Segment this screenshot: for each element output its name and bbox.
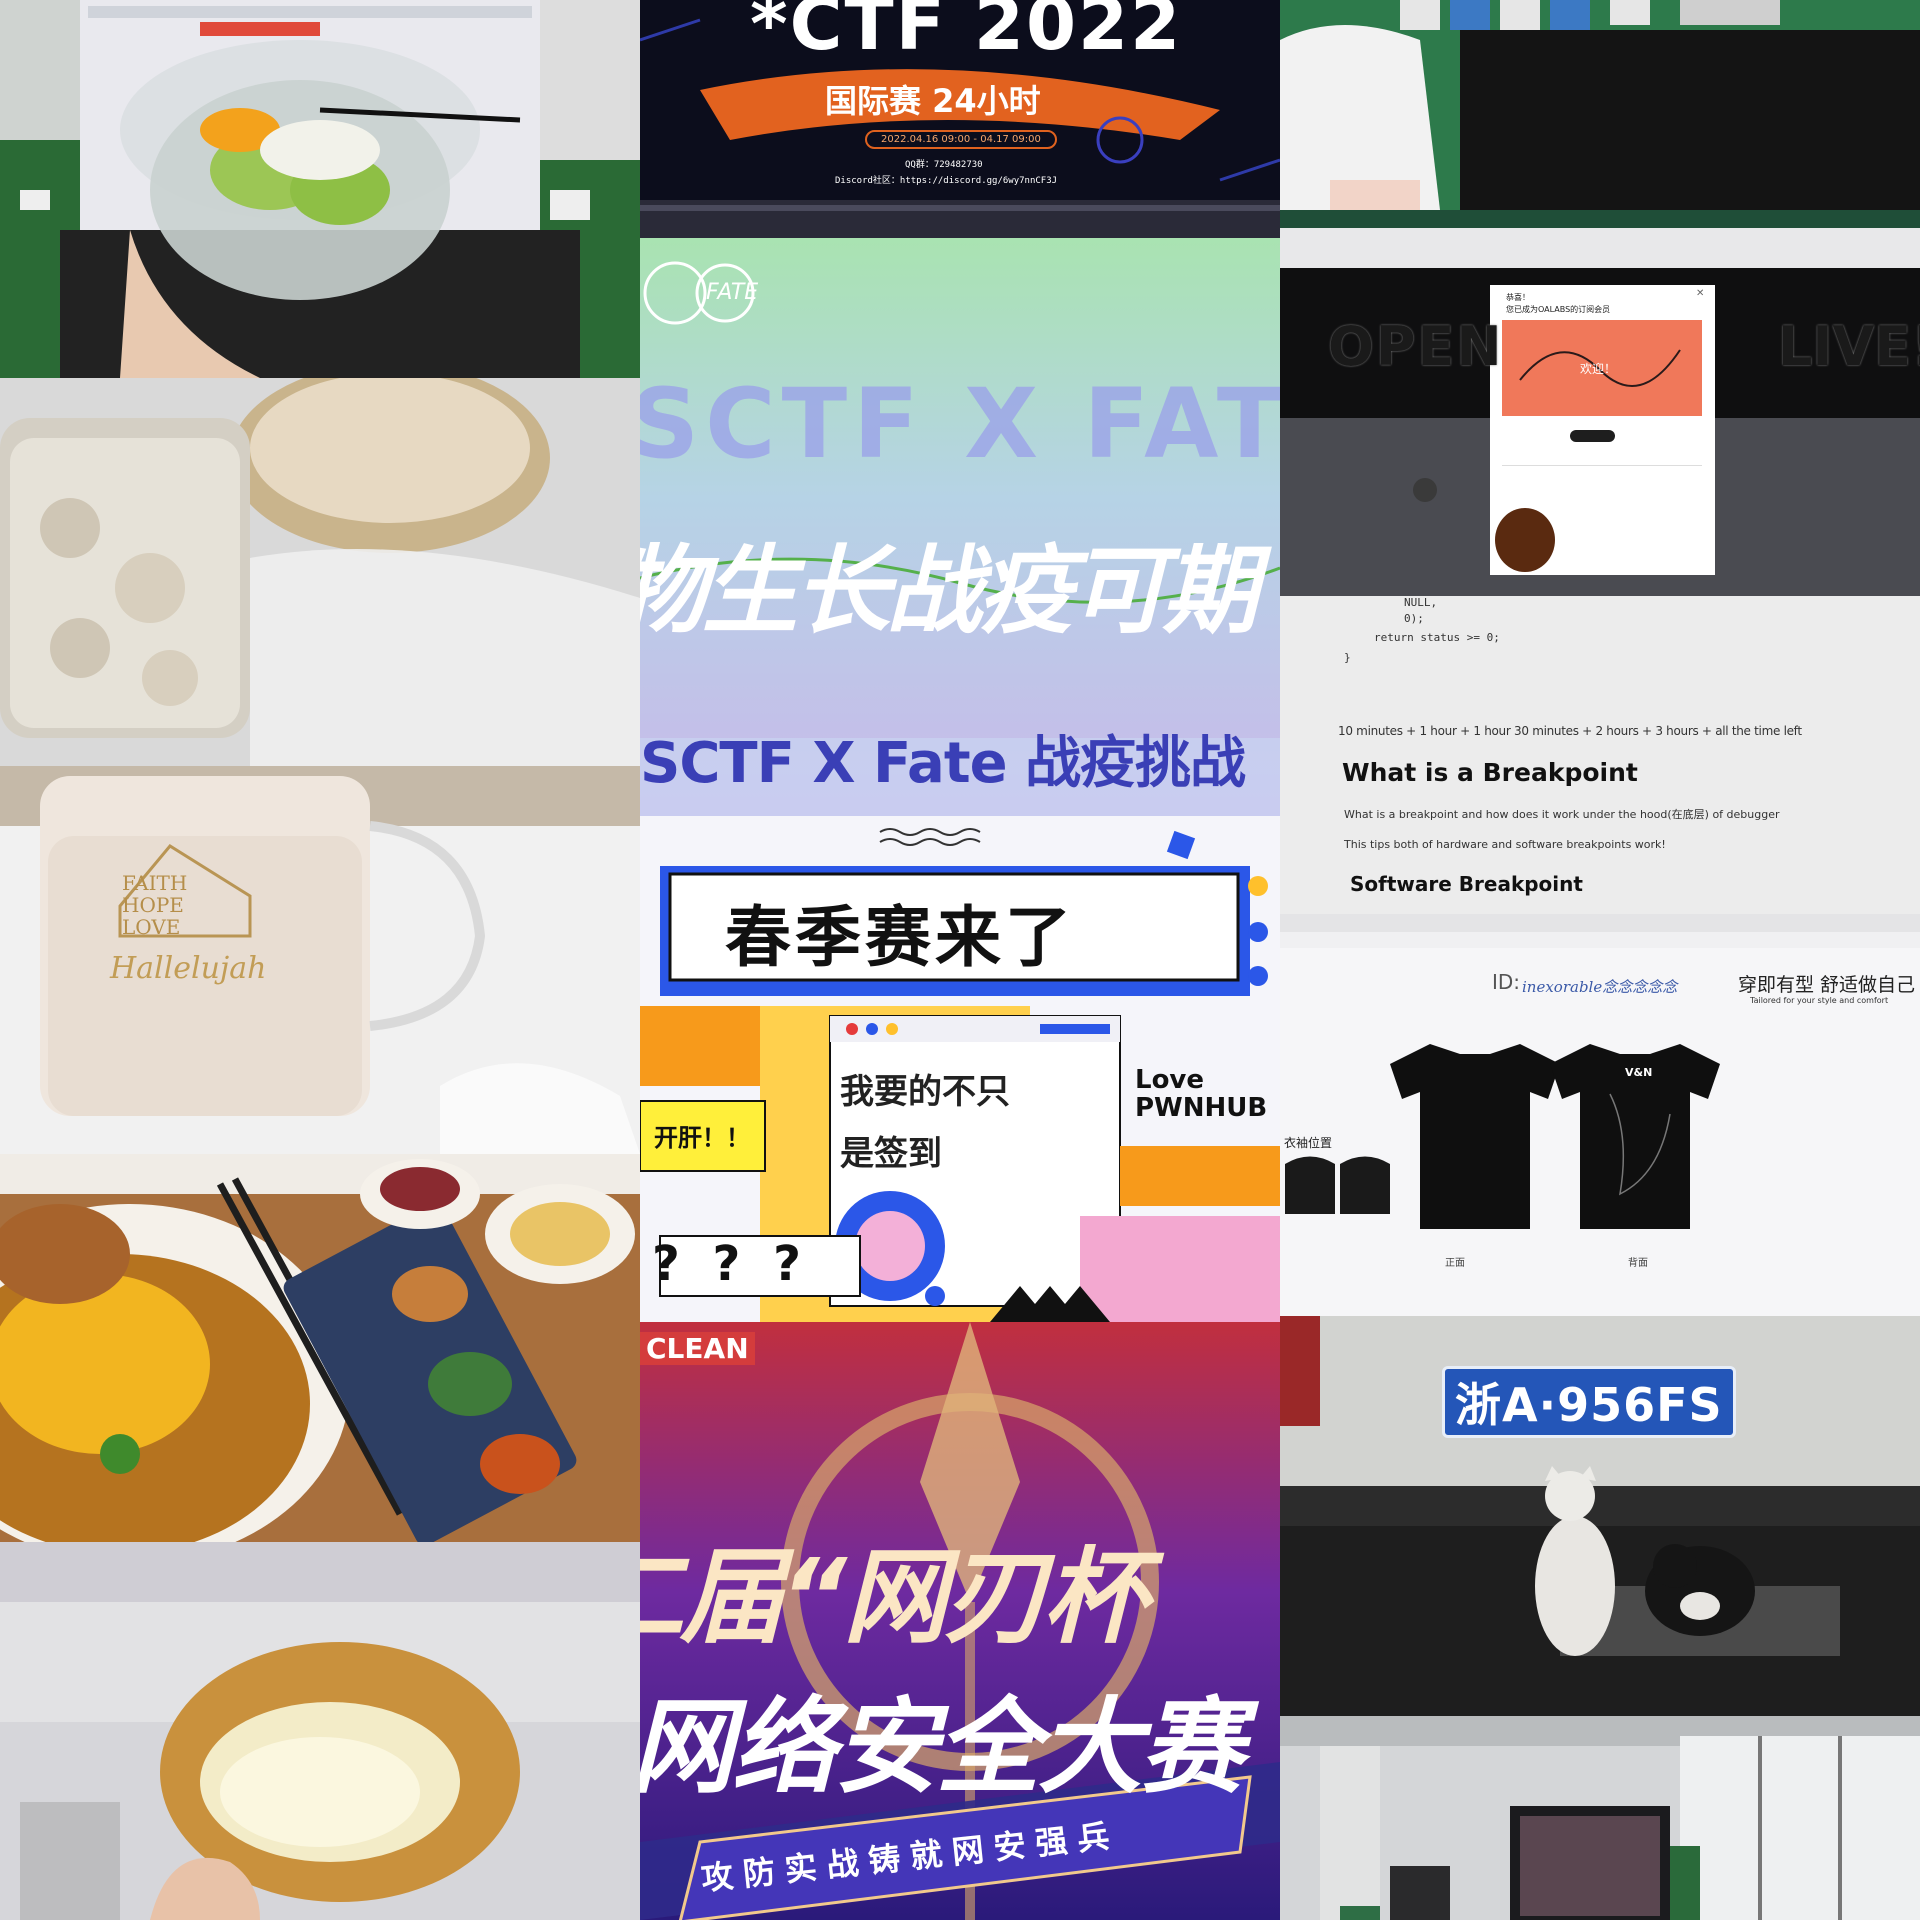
front-view-label: 正面 [1445, 1258, 1465, 1269]
photo-column-left: FAITH HOPE LOVE Hallelujah [0, 0, 640, 1920]
fate-logo: FATE [706, 280, 759, 305]
starctf-qq: QQ群：729482730 [905, 160, 983, 170]
spring-question-marks: ? ? ? [652, 1236, 809, 1292]
starctf-time: 2022.04.16 09:00 - 04.17 09:00 [865, 130, 1057, 149]
back-logo-text: V&N [1625, 1066, 1653, 1079]
starctf-discord: Discord社区：https://discord.gg/6wy7nnCF3J [835, 176, 1058, 186]
screenshot-tshirt-design: ID: inexorable念念念念念 穿即有型 舒适做自己 Tailored … [1280, 914, 1920, 1316]
mug-text-faith: FAITH [122, 871, 188, 895]
love-text: Love [1135, 1065, 1205, 1095]
wangren-corner-tag: CLEAN [640, 1332, 755, 1365]
oalabs-bg-text-right: LIVE! [1778, 315, 1920, 378]
code-line-2: 0); [1404, 612, 1424, 625]
photo-cream-puff [0, 1542, 640, 1920]
oalabs-welcome: 欢迎！ [1580, 362, 1617, 376]
poster-spring-competition: 春季赛来了 我要的不只 是签到 开肝！！ Love PWNHUB ? ? ? [640, 816, 1280, 1322]
poster-sctf-fate: FATE SCTF X FAT 物生长战疫可期 SCTF X Fate 战疫挑战 [640, 238, 1280, 816]
salad-photo-art [0, 0, 640, 378]
tshirt-id-value: inexorable念念念念念 [1522, 978, 1678, 996]
spring-title: 春季赛来了 [725, 899, 1075, 976]
screenshot-breakpoint-article: NULL, 0); return status >= 0; } 10 minut… [1280, 596, 1920, 914]
photo-salad-bowl [0, 0, 640, 378]
poster-wangren-cup: CLEAN 二届“网刃杯 网络安全大赛 攻防实战铸就网安强兵 [640, 1322, 1280, 1920]
wangren-title-line2: 网络安全大赛 [640, 1686, 1244, 1808]
breakpoint-paragraph-2: This tips both of hardware and software … [1344, 838, 1666, 851]
tshirt-slogan: 穿即有型 舒适做自己 [1738, 974, 1916, 996]
photo-office [1280, 1716, 1920, 1920]
mug-photo-art [0, 766, 640, 1154]
photo-mahjong-table [1280, 0, 1920, 210]
sctf-brush-text: 物生长战疫可期 [640, 535, 1258, 647]
cream-puff-photo-art [0, 1542, 640, 1920]
starctf-title: *CTF 2022 [750, 0, 1183, 66]
pwnhub-text: PWNHUB [1135, 1093, 1268, 1123]
photo-omurice [0, 1154, 640, 1542]
code-line-1: NULL, [1404, 596, 1438, 609]
mug-text-love: LOVE [122, 915, 181, 939]
mug-script-text: Hallelujah [110, 951, 267, 986]
wangren-title-line1: 二届“网刃杯 [640, 1536, 1147, 1658]
back-view-label: 背面 [1628, 1258, 1648, 1269]
oalabs-screenshot-art [1280, 210, 1920, 596]
code-line-3: return status >= 0; [1374, 631, 1500, 644]
popup-close-icon[interactable]: ✕ [1696, 288, 1704, 299]
sctf-background-text: SCTF X FAT [640, 368, 1280, 480]
spring-bubble-line1: 我要的不只 [840, 1072, 1010, 1112]
photo-cats-under-van: 浙A·956FS [1280, 1316, 1920, 1716]
poster-starctf: *CTF 2022 国际赛 24小时 2022.04.16 09:00 - 04… [640, 0, 1280, 238]
dumpling-photo-art [0, 378, 640, 766]
oalabs-bg-text-left: OPEN [1328, 315, 1504, 378]
tshirt-slogan-en: Tailored for your style and comfort [1750, 996, 1889, 1005]
spring-tag: 开肝！！ [654, 1124, 750, 1152]
code-line-4: } [1344, 651, 1351, 664]
license-plate: 浙A·956FS [1442, 1366, 1736, 1438]
photo-dumplings [0, 378, 640, 766]
photo-column-right: OPEN LIVE! 恭喜！ 您已成为OALABS的订阅会员 欢迎！ ✕ NUL… [1280, 0, 1920, 1920]
spring-bubble-line2: 是签到 [840, 1134, 942, 1174]
breakpoint-heading: What is a Breakpoint [1342, 758, 1638, 787]
tshirt-id-label: ID: [1492, 970, 1521, 994]
starctf-subtitle: 国际赛 24小时 [825, 82, 1041, 120]
time-budget-line: 10 minutes + 1 hour + 1 hour 30 minutes … [1338, 724, 1802, 738]
photo-mug: FAITH HOPE LOVE Hallelujah [0, 766, 640, 1154]
poster-column-middle: *CTF 2022 国际赛 24小时 2022.04.16 09:00 - 04… [640, 0, 1280, 1920]
screenshot-oalabs: OPEN LIVE! 恭喜！ 您已成为OALABS的订阅会员 欢迎！ ✕ [1280, 210, 1920, 596]
oalabs-popup-title: 恭喜！ [1506, 293, 1530, 302]
mug-text-hope: HOPE [122, 893, 184, 917]
mahjong-photo-art [1280, 0, 1920, 210]
sleeve-position-label: 衣袖位置 [1284, 1136, 1333, 1150]
breakpoint-paragraph-1: What is a breakpoint and how does it wor… [1344, 808, 1780, 821]
office-photo-art [1280, 1716, 1920, 1920]
sctf-headline: SCTF X Fate 战疫挑战 [640, 731, 1246, 796]
omurice-photo-art [0, 1154, 640, 1542]
oalabs-popup-subtitle: 您已成为OALABS的订阅会员 [1506, 305, 1611, 314]
software-breakpoint-heading: Software Breakpoint [1350, 872, 1583, 896]
